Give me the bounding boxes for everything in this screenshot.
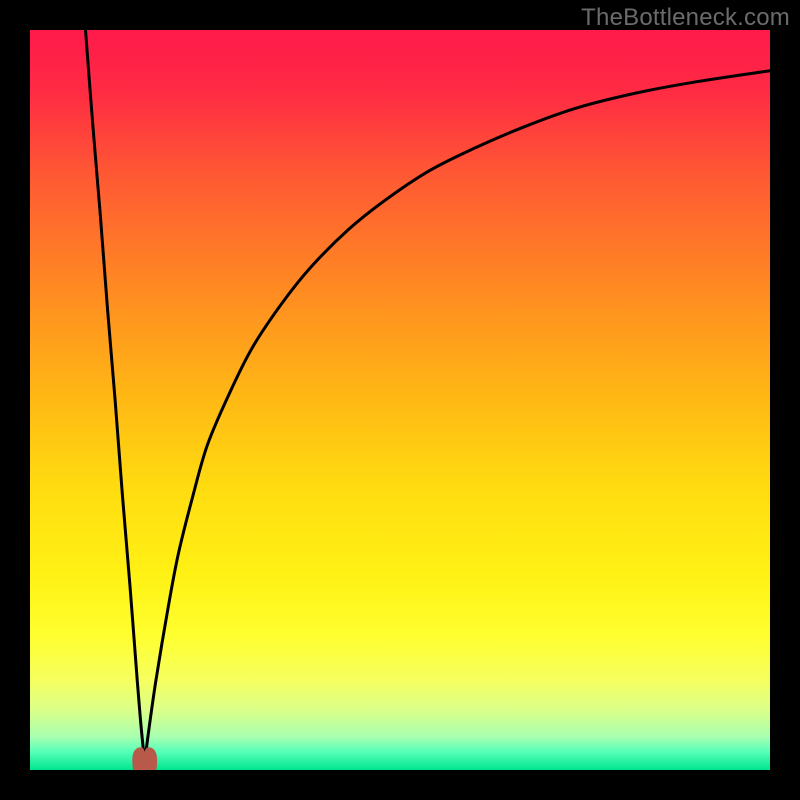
chart-frame: TheBottleneck.com bbox=[0, 0, 800, 800]
chart-svg bbox=[30, 30, 770, 770]
gradient-background bbox=[30, 30, 770, 770]
plot-area bbox=[30, 30, 770, 770]
watermark-text: TheBottleneck.com bbox=[581, 4, 790, 32]
